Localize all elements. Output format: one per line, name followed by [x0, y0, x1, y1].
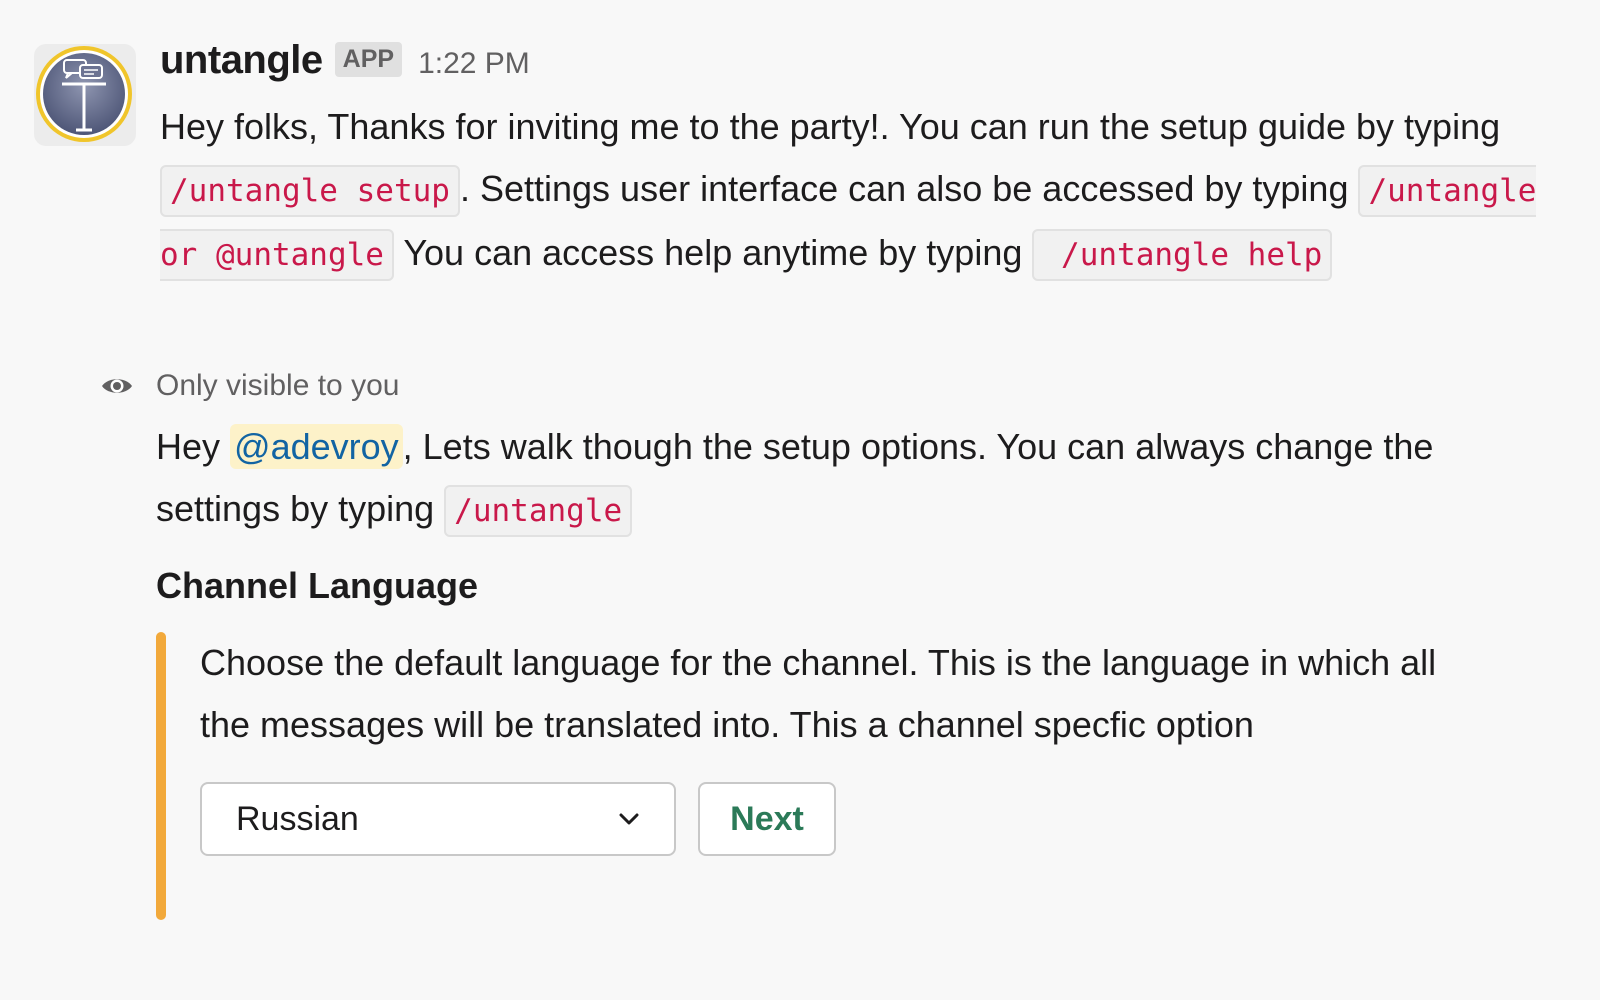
user-mention[interactable]: @adevroy — [230, 424, 403, 469]
eye-icon — [102, 379, 132, 393]
message-container: untangle APP 1:22 PM Hey folks, Thanks f… — [0, 0, 1600, 1000]
next-button[interactable]: Next — [698, 782, 836, 856]
message-content: untangle APP 1:22 PM Hey folks, Thanks f… — [160, 38, 1560, 286]
message-text: Hey folks, Thanks for inviting me to the… — [160, 106, 1501, 147]
inline-code: /untangle — [444, 485, 633, 537]
message-timestamp[interactable]: 1:22 PM — [418, 47, 530, 81]
message-text: You can access help anytime by typing — [393, 232, 1033, 273]
message-header: untangle APP 1:22 PM — [160, 38, 1560, 96]
chevron-down-icon — [619, 813, 639, 825]
ephemeral-body: Hey @adevroy, Lets walk though the setup… — [156, 416, 1556, 542]
language-select-value: Russian — [236, 799, 359, 838]
attachment-accent-bar — [156, 632, 166, 920]
message-text: . Settings user interface can also be ac… — [459, 168, 1359, 209]
section-title: Channel Language — [156, 565, 479, 606]
attachment-controls: Russian Next — [200, 782, 1500, 856]
greeting-text: Hey — [156, 426, 231, 467]
message-body: Hey folks, Thanks for inviting me to the… — [160, 96, 1560, 286]
visibility-notice: Only visible to you — [100, 366, 399, 406]
sender-name[interactable]: untangle — [160, 38, 323, 83]
language-select[interactable]: Russian — [200, 782, 676, 856]
attachment-block: Choose the default language for the chan… — [156, 632, 1500, 920]
app-avatar[interactable] — [34, 44, 136, 146]
inline-code: /untangle help — [1032, 229, 1333, 281]
ephemeral-message: Hey @adevroy, Lets walk though the setup… — [156, 416, 1556, 920]
untangle-logo-icon — [36, 46, 132, 142]
app-badge: APP — [334, 42, 403, 77]
attachment-description: Choose the default language for the chan… — [200, 642, 1437, 745]
visibility-label: Only visible to you — [156, 369, 400, 402]
inline-code: /untangle setup — [160, 165, 460, 217]
